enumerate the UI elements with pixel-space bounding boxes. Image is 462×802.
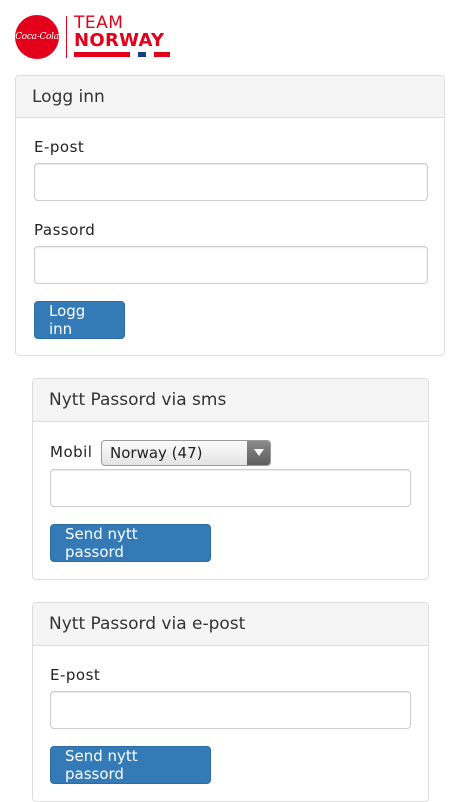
- email-reset-panel: Nytt Passord via e-post E-post Send nytt…: [32, 602, 429, 802]
- email-label: E-post: [34, 138, 85, 156]
- send-email-password-button[interactable]: Send nytt passord: [50, 746, 211, 784]
- country-code-select[interactable]: Norway (47): [101, 440, 271, 466]
- country-code-value: Norway (47): [110, 444, 203, 462]
- team-norway-logo: Coca‑Cola TEAM NORWAY: [15, 14, 170, 59]
- coca-cola-logo-icon: Coca‑Cola: [15, 15, 59, 59]
- email-field[interactable]: [34, 163, 428, 201]
- send-sms-password-button[interactable]: Send nytt passord: [50, 524, 211, 562]
- sms-reset-panel: Nytt Passord via sms Mobil Norway (47) S…: [32, 378, 429, 580]
- login-panel-heading: Logg inn: [16, 76, 444, 118]
- login-button[interactable]: Logg inn: [34, 301, 125, 339]
- password-field[interactable]: [34, 246, 428, 284]
- norway-flag-stripe: [74, 52, 170, 57]
- login-panel: Logg inn E-post Passord Logg inn: [15, 75, 445, 356]
- password-label: Passord: [34, 221, 96, 239]
- reset-email-label: E-post: [50, 666, 101, 684]
- dropdown-arrow-icon: [247, 441, 270, 465]
- phone-number-field[interactable]: [50, 469, 411, 507]
- email-panel-heading: Nytt Passord via e-post: [33, 603, 428, 646]
- logo-divider: [66, 16, 67, 58]
- mobile-label: Mobil: [50, 443, 93, 461]
- sms-panel-heading: Nytt Passord via sms: [33, 379, 428, 422]
- logo-norway-text: NORWAY: [74, 30, 165, 51]
- reset-email-field[interactable]: [50, 691, 411, 729]
